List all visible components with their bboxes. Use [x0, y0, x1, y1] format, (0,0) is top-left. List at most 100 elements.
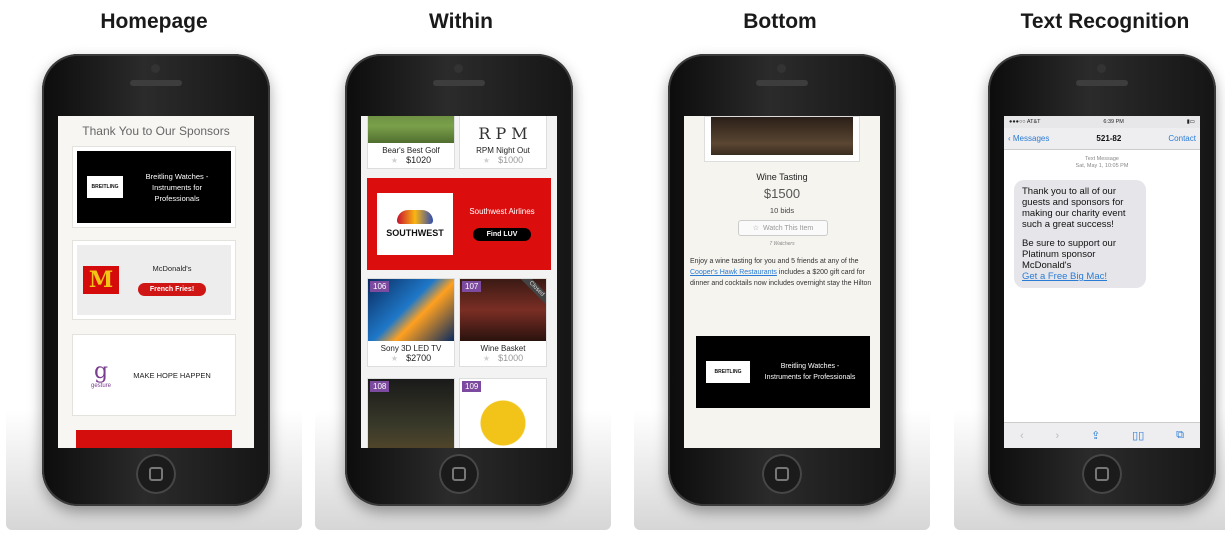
- breitling-line-1: Breitling Watches -: [780, 363, 840, 370]
- phone-frame: Thank You to Our Sponsors BREITLING Brei…: [42, 54, 270, 506]
- watch-item-button[interactable]: ☆ Watch This Item: [738, 220, 828, 236]
- speaker: [433, 80, 485, 86]
- screen-homepage[interactable]: Thank You to Our Sponsors BREITLING Brei…: [58, 116, 254, 448]
- breitling-line-3: Professionals: [154, 193, 200, 203]
- tile-name: Sony 3D LED TV: [380, 344, 442, 353]
- messages-back-label: Messages: [1012, 134, 1050, 143]
- auction-tile-sony-tv[interactable]: 106 Sony 3D LED TV ★ $2700: [367, 278, 455, 367]
- item-description: Enjoy a wine tasting for you and 5 frien…: [690, 256, 874, 289]
- tile-price: $1020: [406, 155, 432, 165]
- carrier-signal: ●●●○○ AT&T: [1009, 119, 1041, 125]
- speaker: [1076, 80, 1128, 86]
- caption-homepage: Homepage: [100, 10, 208, 33]
- closed-ribbon: Closed: [515, 279, 546, 310]
- phone-frame: Wine Tasting $1500 10 bids ☆ Watch This …: [668, 54, 896, 506]
- tile-image: 109: [460, 379, 546, 448]
- message-meta: Text Message Sat, May 1, 10:05 PM: [1004, 156, 1200, 170]
- lot-badge: 107: [462, 281, 482, 292]
- gesture-logo-glyph: g: [93, 359, 109, 384]
- southwest-heart-icon: [397, 210, 433, 224]
- status-bar: ●●●○○ AT&T 6:39 PM ▮▭: [1004, 116, 1200, 128]
- phone-frame: Bear's Best Golf ★ $1020 R P M RPM Night …: [345, 54, 573, 506]
- mcdonalds-logo: M: [83, 266, 119, 294]
- camera: [454, 64, 463, 73]
- status-time: 6:39 PM: [1103, 119, 1124, 125]
- sponsor-card-mcdonalds[interactable]: M McDonald's French Fries!: [72, 240, 236, 320]
- forward-arrow-icon[interactable]: ›: [1056, 430, 1060, 442]
- find-luv-button[interactable]: Find LUV: [472, 228, 532, 241]
- browser-toolbar: ‹ › ⇪ ▯▯ ⧉: [1004, 422, 1200, 448]
- item-photo: [704, 116, 860, 162]
- caption-within: Within: [429, 10, 493, 33]
- star-icon: ☆: [752, 225, 760, 232]
- watch-item-label: Watch This Item: [763, 224, 814, 232]
- item-title: Wine Tasting: [756, 172, 808, 182]
- tile-image: [368, 116, 454, 143]
- home-button[interactable]: [136, 454, 176, 494]
- gesture-tagline: MAKE HOPE HAPPEN: [133, 370, 211, 380]
- gesture-logo-text: gesture: [90, 383, 111, 389]
- messages-nav-bar: ‹ Messages 521-82 Contact: [1004, 128, 1200, 150]
- panel-text-recognition: ●●●○○ AT&T 6:39 PM ▮▭ ‹ Messages 521-82 …: [954, 44, 1225, 530]
- caption-bottom: Bottom: [743, 10, 817, 33]
- auction-tile-rpm-night-out[interactable]: R P M RPM Night Out ★ $1000: [459, 116, 547, 169]
- message-text-1: Thank you to all of our guests and spons…: [1022, 186, 1126, 230]
- breitling-text: Breitling Watches - Instruments for Prof…: [750, 361, 870, 383]
- panel-within: Bear's Best Golf ★ $1020 R P M RPM Night …: [315, 44, 611, 530]
- next-sponsor-card[interactable]: [76, 430, 232, 448]
- lot-badge: 108: [370, 381, 390, 392]
- big-mac-link[interactable]: Get a Free Big Mac!: [1022, 271, 1138, 282]
- mcdonalds-name: McDonald's: [152, 264, 192, 273]
- star-icon[interactable]: ★: [483, 156, 490, 165]
- auction-tile-109[interactable]: 109: [459, 378, 547, 448]
- coopers-hawk-link[interactable]: Cooper's Hawk Restaurants: [690, 269, 777, 276]
- french-fries-button[interactable]: French Fries!: [137, 283, 207, 296]
- star-icon[interactable]: ★: [391, 354, 398, 363]
- share-icon[interactable]: ⇪: [1091, 429, 1100, 442]
- southwest-ad[interactable]: SOUTHWEST Southwest Airlines Find LUV: [367, 178, 551, 270]
- messages-back-button[interactable]: ‹ Messages: [1008, 134, 1049, 143]
- tile-price: $2700: [406, 353, 432, 363]
- breitling-text: Breitling Watches - Instruments for Prof…: [123, 171, 231, 204]
- bookmarks-icon[interactable]: ▯▯: [1132, 429, 1144, 442]
- panel-bottom: Wine Tasting $1500 10 bids ☆ Watch This …: [634, 44, 930, 530]
- auction-tile-108[interactable]: 108: [367, 378, 455, 448]
- message-type: Text Message: [1085, 156, 1119, 162]
- breitling-line-2: Instruments for Professionals: [764, 374, 856, 381]
- southwest-logo: SOUTHWEST: [377, 193, 453, 255]
- back-arrow-icon[interactable]: ‹: [1020, 430, 1024, 442]
- speaker: [756, 80, 808, 86]
- lot-badge: 109: [462, 381, 482, 392]
- tile-name: Bear's Best Golf: [382, 146, 440, 155]
- tile-price: $1000: [498, 353, 524, 363]
- home-button[interactable]: [762, 454, 802, 494]
- tile-name: RPM Night Out: [476, 146, 530, 155]
- conversation-number: 521-82: [1096, 134, 1122, 143]
- sponsor-card-breitling[interactable]: BREITLING Breitling Watches - Instrument…: [72, 146, 236, 228]
- lot-badge: 106: [370, 281, 390, 292]
- contact-button[interactable]: Contact: [1168, 134, 1196, 143]
- tile-name: Wine Basket: [480, 344, 526, 353]
- camera: [151, 64, 160, 73]
- message-text-2: Be sure to support our Platinum sponsor …: [1022, 238, 1116, 271]
- home-button[interactable]: [439, 454, 479, 494]
- southwest-logo-word: SOUTHWEST: [386, 228, 444, 238]
- auction-tile-wine-basket[interactable]: 107 Closed Wine Basket ★ $1000: [459, 278, 547, 367]
- item-price: $1500: [763, 186, 801, 201]
- sponsor-banner-breitling[interactable]: BREITLING Breitling Watches - Instrument…: [696, 336, 870, 408]
- home-button[interactable]: [1082, 454, 1122, 494]
- screen-messages[interactable]: ●●●○○ AT&T 6:39 PM ▮▭ ‹ Messages 521-82 …: [1004, 116, 1200, 448]
- tabs-icon[interactable]: ⧉: [1176, 429, 1184, 442]
- southwest-ad-title: Southwest Airlines: [469, 207, 535, 216]
- breitling-line-1: Breitling Watches -: [145, 171, 209, 181]
- sponsor-card-gesture[interactable]: g gesture MAKE HOPE HAPPEN: [72, 334, 236, 416]
- gesture-logo: g gesture: [83, 359, 119, 390]
- screen-within[interactable]: Bear's Best Golf ★ $1020 R P M RPM Night …: [361, 116, 557, 448]
- description-text-1: Enjoy a wine tasting for you and 5 frien…: [690, 258, 859, 265]
- auction-tile-bears-best-golf[interactable]: Bear's Best Golf ★ $1020: [367, 116, 455, 169]
- message-date: Sat, May 1, 10:05 PM: [1075, 163, 1129, 169]
- screen-bottom[interactable]: Wine Tasting $1500 10 bids ☆ Watch This …: [684, 116, 880, 448]
- tile-image: 107 Closed: [460, 279, 546, 341]
- star-icon[interactable]: ★: [483, 354, 490, 363]
- star-icon[interactable]: ★: [391, 156, 398, 165]
